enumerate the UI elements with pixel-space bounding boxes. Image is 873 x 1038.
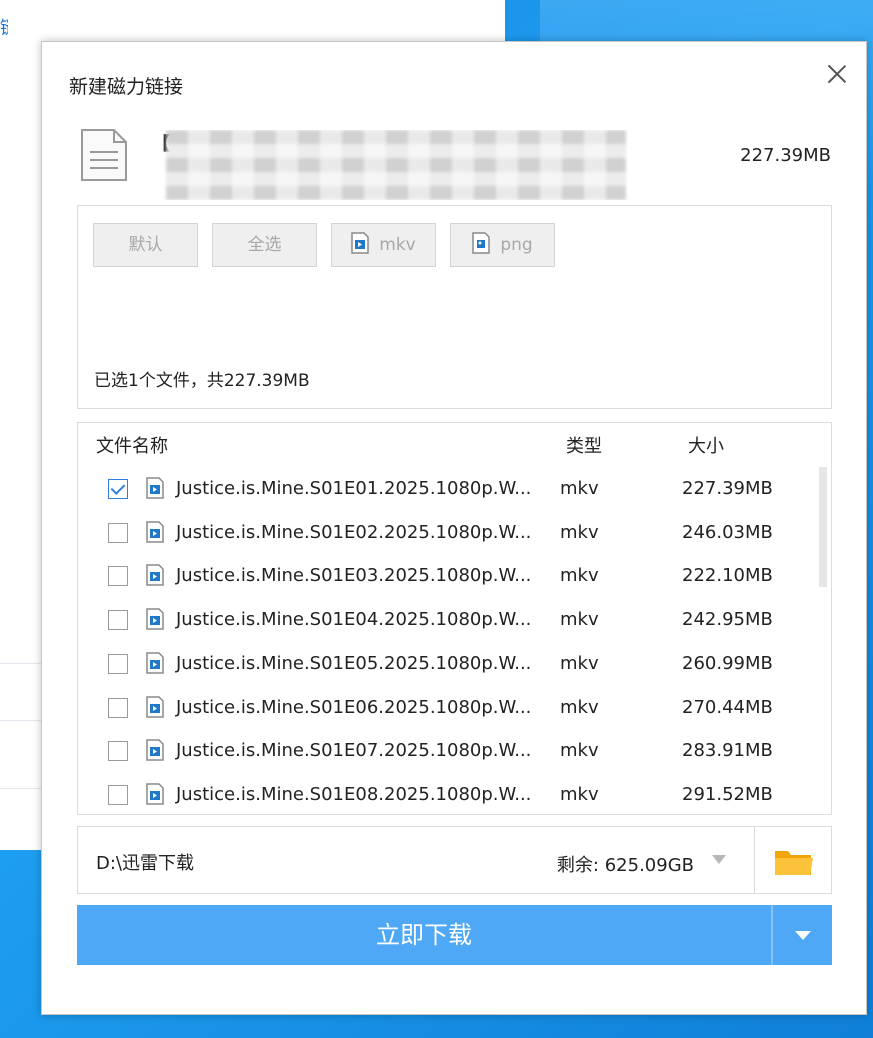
background-divider [0,663,42,664]
file-name: Justice.is.Mine.S01E05.2025.1080p.W... [176,652,532,674]
file-checkbox[interactable] [108,697,128,718]
folder-icon [775,851,813,875]
free-space: 剩余: 625.09GB [556,855,694,876]
file-checkbox[interactable] [108,522,128,543]
video-file-icon [351,232,370,254]
file-row[interactable]: Justice.is.Mine.S01E08.2025.1080p.W... mk… [78,773,831,814]
list-header: 文件名称 类型 大小 [78,432,831,462]
file-checkbox[interactable] [108,741,128,762]
file-name: Justice.is.Mine.S01E03.2025.1080p.W... [176,565,532,587]
video-file-icon [146,520,164,543]
download-now-button[interactable]: 立即下载 [77,905,771,965]
file-type: mkv [560,652,599,674]
filter-png-button[interactable]: png [450,223,555,267]
file-list: 文件名称 类型 大小 Justice.is.Mine.S01E01.2025.1… [77,422,832,815]
filter-panel: 默认 全选 mkv png 已选1个文件，共227.39MB [77,205,832,409]
file-type: mkv [560,521,599,543]
file-name: Justice.is.Mine.S01E01.2025.1080p.W... [176,478,532,499]
file-type: mkv [560,783,599,805]
file-size: 260.99MB [682,652,773,674]
file-name: Justice.is.Mine.S01E07.2025.1080p.W... [176,740,532,762]
select-all-button[interactable]: 全选 [212,223,317,267]
file-type: mkv [560,609,599,631]
background-link-fragment: 链 [0,18,8,40]
file-row[interactable]: Justice.is.Mine.S01E04.2025.1080p.W... mk… [78,598,831,642]
close-icon[interactable] [824,61,850,87]
default-button[interactable]: 默认 [93,223,198,267]
filter-png-label: png [500,235,533,255]
file-size: 227.39MB [682,478,773,499]
file-checkbox[interactable] [108,610,128,631]
video-file-icon [146,608,164,630]
video-file-icon [146,652,164,674]
file-type: mkv [560,740,599,762]
video-file-icon [146,695,164,718]
video-file-icon [146,477,164,499]
save-path-field[interactable]: D:\迅雷下载 剩余: 625.09GB [77,826,755,894]
chevron-down-icon[interactable] [712,855,726,864]
file-row[interactable]: Justice.is.Mine.S01E06.2025.1080p.W... mk… [78,686,831,730]
list-scrollbar[interactable] [819,467,827,587]
file-row[interactable]: Justice.is.Mine.S01E01.2025.1080p.W... mk… [78,467,831,511]
file-row[interactable]: Justice.is.Mine.S01E05.2025.1080p.W... mk… [78,642,831,686]
download-options-dropdown[interactable] [771,905,832,965]
file-name: Justice.is.Mine.S01E08.2025.1080p.W... [176,783,532,805]
file-size: 246.03MB [682,521,773,543]
file-checkbox[interactable] [108,566,128,587]
background-divider [0,788,42,789]
file-row[interactable]: Justice.is.Mine.S01E07.2025.1080p.W... mk… [78,729,831,773]
video-file-icon [146,564,164,587]
new-magnet-dialog: 新建磁力链接 【 227.39MB 默认 全选 mkv png 已选1个文件，共… [41,41,867,1015]
save-path: D:\迅雷下载 [96,853,194,874]
file-name: Justice.is.Mine.S01E02.2025.1080p.W... [176,521,532,543]
file-size: 283.91MB [682,740,773,762]
background-divider [0,720,42,721]
file-row[interactable]: Justice.is.Mine.S01E02.2025.1080p.W... mk… [78,511,831,555]
file-row[interactable]: Justice.is.Mine.S01E03.2025.1080p.W... mk… [78,554,831,598]
torrent-size: 227.39MB [740,145,831,166]
file-type: mkv [560,565,599,587]
torrent-name: 【 [148,130,628,200]
file-name: Justice.is.Mine.S01E04.2025.1080p.W... [176,609,532,631]
file-type: mkv [560,696,599,718]
image-file-icon [472,232,491,254]
file-type: mkv [560,478,599,499]
selection-summary: 已选1个文件，共227.39MB [94,371,310,391]
document-icon [81,129,127,181]
video-file-icon [146,739,164,761]
file-size: 291.52MB [682,783,773,805]
browse-folder-button[interactable] [754,826,832,894]
filter-mkv-label: mkv [379,235,416,255]
filter-mkv-button[interactable]: mkv [331,223,436,267]
file-checkbox[interactable] [108,653,128,674]
dialog-title: 新建磁力链接 [69,76,184,98]
column-header-type[interactable]: 类型 [566,432,602,458]
file-checkbox[interactable] [108,784,128,805]
file-size: 242.95MB [682,609,773,631]
file-name: Justice.is.Mine.S01E06.2025.1080p.W... [176,696,532,718]
column-header-size[interactable]: 大小 [688,432,724,458]
file-size: 270.44MB [682,696,773,718]
column-header-name[interactable]: 文件名称 [96,432,168,458]
file-size: 222.10MB [682,565,773,587]
file-checkbox[interactable] [108,479,128,499]
redacted-name [166,130,626,200]
video-file-icon [146,783,164,805]
